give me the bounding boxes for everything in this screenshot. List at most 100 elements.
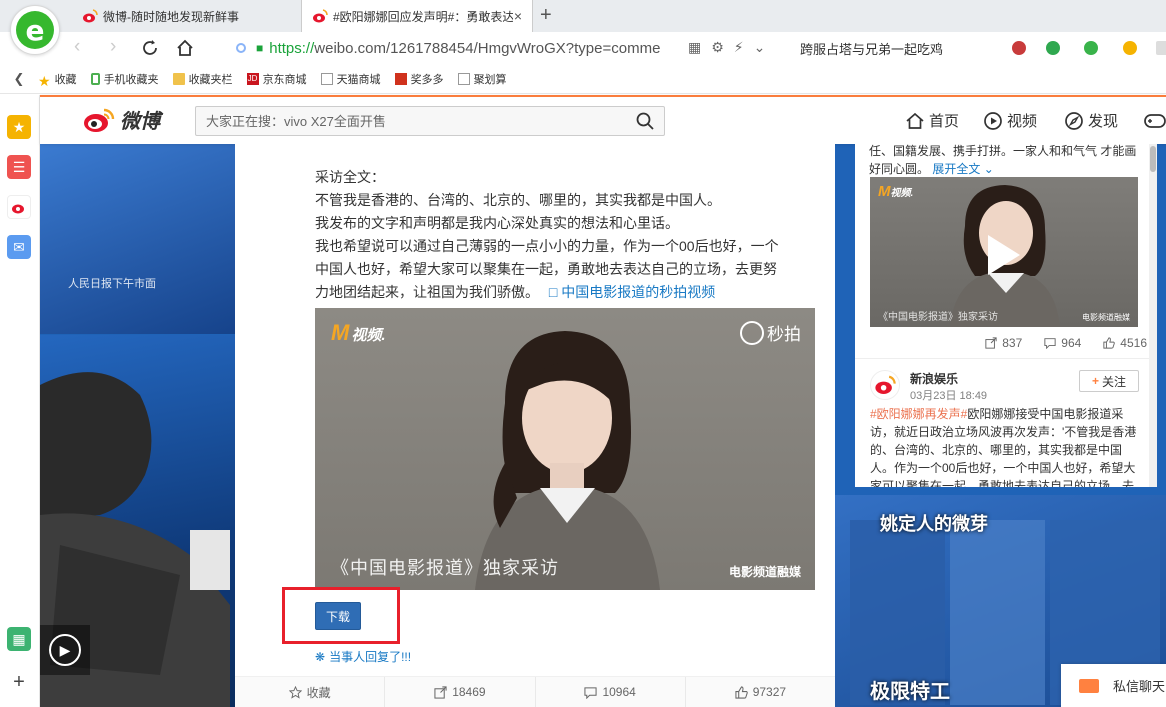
account-name[interactable]: 新浪娱乐 (910, 370, 958, 387)
phone-icon (90, 72, 100, 85)
home-icon[interactable] (175, 38, 195, 58)
page-icon (457, 72, 470, 85)
weibo-side-icon[interactable] (7, 195, 31, 219)
favorites-star-icon[interactable]: ★ (7, 115, 31, 139)
repost-button[interactable]: 837 (985, 332, 1022, 354)
bookmarks-bar: ❮ ★ 收藏 手机收藏夹 收藏夹栏 JD 京东商城 天猫商城 奖多多 聚划算 (0, 64, 1166, 94)
coin-icon[interactable] (1123, 41, 1137, 55)
scrollbar-thumb[interactable] (1150, 146, 1156, 172)
nav-video[interactable]: 视频 (983, 110, 1037, 131)
avatar[interactable] (870, 370, 900, 400)
video-watermark-logo: M视频. (331, 320, 386, 345)
like-button[interactable]: 4516 (1103, 332, 1147, 354)
back-icon[interactable]: ‹ (74, 36, 80, 58)
notes-icon[interactable]: ☰ (7, 155, 31, 179)
post-text: 采访全文： 不管我是香港的、台湾的、北京的、哪里的，其实我都是中国人。 我发布的… (315, 166, 785, 304)
related-post-stats: 837 964 4516 (855, 332, 1157, 354)
post-action-bar: 收藏 18469 10964 97327 (235, 676, 835, 707)
like-button[interactable]: 97327 (686, 677, 835, 707)
related-post-body: #欧阳娜娜再发声#欧阳娜娜接受中国电影报道采访，就近日政治立场风波再次发声：'不… (870, 407, 1137, 487)
nav-discover[interactable]: 发现 (1064, 110, 1118, 131)
mail-icon[interactable]: ✉ (7, 235, 31, 259)
tab-active-post[interactable]: #欧阳娜娜回应发声明#：勇敢表达 × (301, 0, 533, 32)
close-tab-icon[interactable]: × (514, 8, 522, 24)
add-panel-icon[interactable]: + (7, 670, 31, 694)
thumbs-up-icon (1103, 337, 1116, 349)
clipboard-icon[interactable]: ▦ (7, 627, 31, 651)
divider (855, 358, 1157, 359)
post-timestamp[interactable]: 03月23日 18:49 (910, 387, 987, 403)
video-watermark-logo: M视频. (878, 183, 914, 200)
right-column-scrollbar[interactable] (1149, 144, 1157, 487)
comment-button[interactable]: 964 (1044, 332, 1081, 354)
mail-icon (1079, 678, 1099, 693)
download-button[interactable]: 下载 (315, 602, 361, 630)
post-line: 采访全文： (315, 169, 385, 185)
weibo-logo[interactable]: 微博 (82, 105, 160, 134)
video-brand: 电影频道融媒 (728, 565, 801, 579)
bookmark-mobile[interactable]: 手机收藏夹 (90, 71, 159, 87)
poster-video-play[interactable]: ▶ (40, 625, 90, 675)
forward-icon[interactable]: › (110, 36, 116, 58)
comment-icon (1044, 338, 1056, 349)
bookmark-jd[interactable]: JD 京东商城 (246, 71, 307, 87)
plus-icon: + (1091, 374, 1099, 388)
site-info-icon[interactable] (236, 43, 246, 53)
video-link[interactable]: 中国电影报道的秒拍视频 (561, 284, 715, 300)
weibo-logo-text: 微博 (120, 111, 160, 133)
home-icon (906, 112, 924, 129)
bookmark-favorites[interactable]: ★ 收藏 (38, 71, 77, 89)
video-caption: 《中国电影报道》独家采访 (878, 312, 998, 323)
url-path: weibo.com/1261788454/HmgvWroGX?type=comm… (314, 39, 661, 57)
follow-button[interactable]: + 关注 (1079, 370, 1139, 392)
hot-search-suggestion[interactable]: 跨服占塔与兄弟一起吃鸡 (800, 39, 943, 58)
post-video-player[interactable]: M 视频. 秒拍 《中国电影报道》独家采访 电影频道融媒 (315, 308, 815, 590)
tab-weibo-home[interactable]: 微博-随时随地发现新鲜事 (72, 0, 300, 32)
weibo-search-input[interactable] (196, 107, 616, 135)
repost-icon (985, 337, 997, 349)
favorite-button[interactable]: 收藏 (235, 677, 386, 707)
weibo-post-card: 采访全文： 不管我是香港的、台湾的、北京的、哪里的，其实我都是中国人。 我发布的… (235, 144, 835, 707)
address-tools-icons[interactable]: ▦⚙⚡⌄ (688, 39, 775, 56)
chevron-down-icon: ⌄ (983, 162, 994, 176)
related-video-player[interactable]: M视频. 《中国电影报道》独家采访 电影频道融媒 (870, 177, 1138, 327)
bookmark-juhuasuan[interactable]: 聚划算 (457, 71, 507, 87)
tab-label: #欧阳娜娜回应发声明#：勇敢表达 (333, 9, 513, 24)
collapse-sidebar-icon[interactable]: ❮ (0, 71, 38, 87)
nav-home[interactable]: 首页 (905, 110, 959, 131)
play-icon[interactable] (988, 235, 1020, 275)
reply-note-link[interactable]: ❋ 当事人回复了!!! (315, 648, 411, 665)
video-frame-person (475, 331, 660, 590)
gift-icon (394, 72, 407, 85)
refresh-icon[interactable] (140, 38, 160, 58)
search-icon[interactable] (636, 112, 654, 130)
game-icon[interactable] (1144, 111, 1166, 131)
repost-icon (434, 685, 447, 699)
repost-button[interactable]: 18469 (385, 677, 536, 707)
camera-icon (740, 320, 764, 345)
lock-icon: ■ (256, 41, 264, 55)
post-line: 我发布的文字和声明都是我内心深处真实的想法和心里话。 (315, 215, 679, 231)
translate-icon[interactable] (1084, 41, 1098, 55)
sparkle-icon: ❋ (315, 649, 326, 664)
browser-logo[interactable]: e (10, 5, 60, 55)
new-tab-icon[interactable]: + (540, 4, 552, 27)
folder-icon (172, 72, 185, 85)
expand-link[interactable]: 展开全文 ⌄ (932, 162, 993, 176)
video-icon (984, 111, 1002, 130)
tab-label: 微博-随时随地发现新鲜事 (103, 9, 239, 24)
extension-icon[interactable] (1012, 41, 1026, 55)
scissors-icon[interactable] (1046, 41, 1060, 55)
poster-title: 极限特工 (870, 681, 950, 703)
bookmark-folder[interactable]: 收藏夹栏 (172, 71, 233, 87)
hashtag-link[interactable]: #欧阳娜娜再发声# (870, 407, 967, 421)
menu-icon[interactable] (1156, 41, 1166, 55)
poster-caption: 人民日报下午市面 (68, 278, 156, 290)
post-line: 不管我是香港的、台湾的、北京的、哪里的，其实我都是中国人。 (315, 192, 721, 208)
bookmark-jiangduoduo[interactable]: 奖多多 (394, 71, 444, 87)
bookmark-tmall[interactable]: 天猫商城 (320, 71, 381, 87)
jd-icon: JD (246, 72, 259, 85)
browser-side-panel: ★ ☰ ✉ ▦ + (0, 95, 40, 707)
private-message-button[interactable]: 私信聊天 (1061, 664, 1166, 707)
comment-button[interactable]: 10964 (536, 677, 686, 707)
